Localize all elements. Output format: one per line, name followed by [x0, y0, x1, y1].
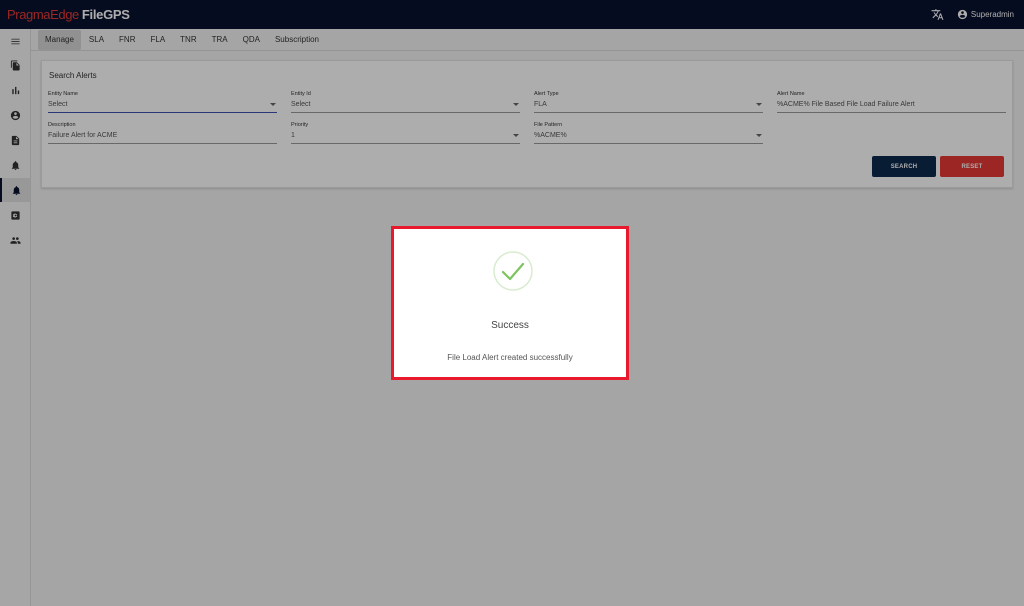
dialog-title: Success — [491, 320, 529, 331]
success-dialog: Success File Load Alert created successf… — [391, 226, 629, 380]
dialog-message: File Load Alert created successfully — [447, 353, 573, 362]
check-icon — [493, 251, 533, 291]
